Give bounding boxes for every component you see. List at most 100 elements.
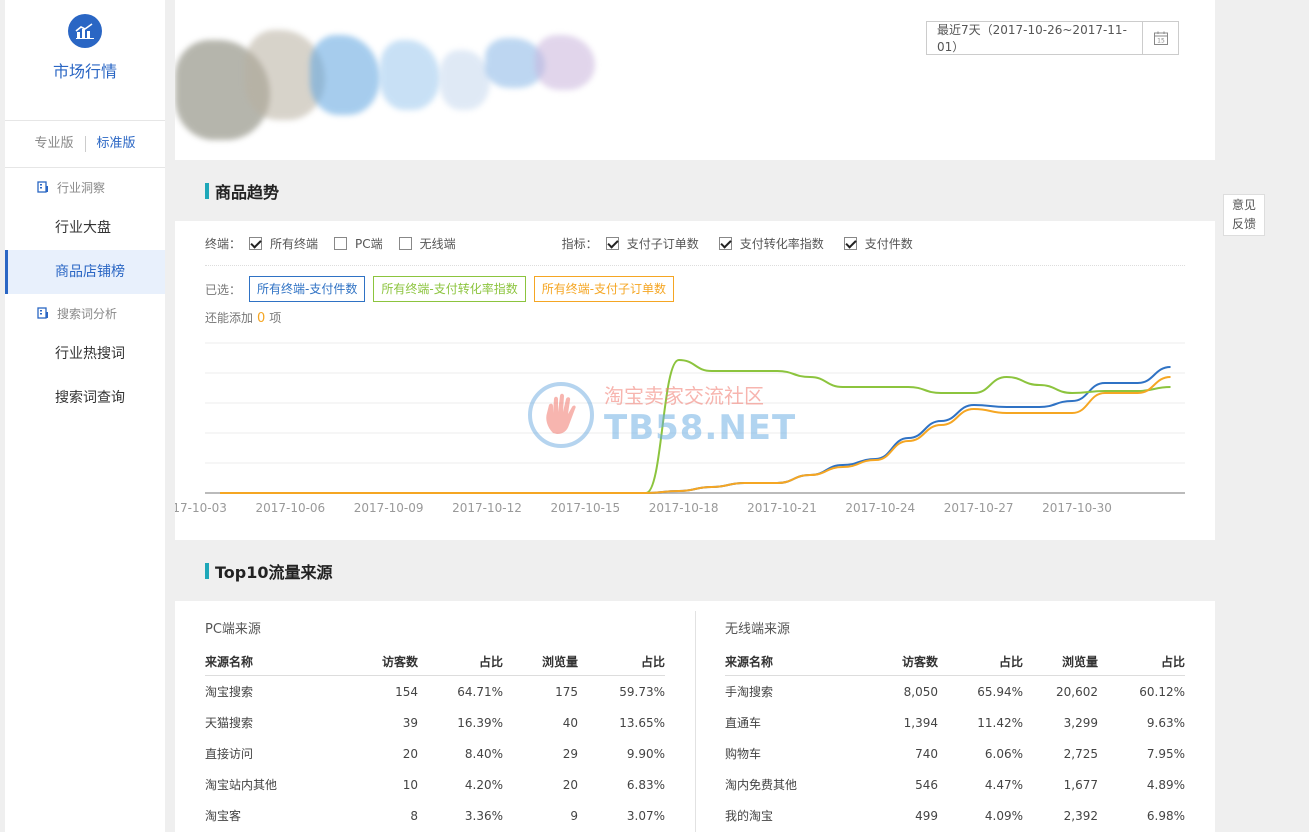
cell-visitors: 1,394 (903, 715, 938, 730)
cell-visitors: 10 (402, 777, 418, 792)
sidebar-item-hot-words[interactable]: 行业热搜词 (5, 332, 165, 376)
sidebar-logo: 市场行情 (5, 14, 165, 121)
terminal-all-label[interactable]: 所有终端 (270, 235, 318, 252)
section-accent-bar (205, 563, 209, 579)
feedback-line2: 反馈 (1231, 217, 1256, 231)
table-row: 直接访问 20 8.40% 29 9.90% (205, 738, 665, 769)
watermark-line1: 淘宝卖家交流社区 (604, 384, 764, 408)
metric-suborders-label[interactable]: 支付子订单数 (627, 235, 699, 252)
table-row: 淘内免费其他 546 4.47% 1,677 4.89% (725, 769, 1185, 800)
cell-pageviews: 20,602 (1056, 684, 1098, 699)
cell-pageview-share: 6.98% (1146, 808, 1185, 823)
market-chart-icon (68, 14, 102, 48)
nav-group-industry: 行业洞察 (5, 168, 165, 206)
terminal-mobile-label[interactable]: 无线端 (420, 235, 456, 252)
calendar-day: 15 (1157, 38, 1165, 45)
cell-visitor-share: 8.40% (464, 746, 503, 761)
remain-suffix: 项 (269, 311, 282, 325)
cell-pageviews: 3,299 (1063, 715, 1098, 730)
feedback-button[interactable]: 意见 反馈 (1223, 194, 1265, 236)
cell-pageview-share: 59.73% (619, 684, 665, 699)
trend-title: 商品趋势 (215, 183, 280, 202)
cell-visitor-share: 3.36% (464, 808, 503, 823)
version-switch: 专业版 标准版 (5, 121, 165, 168)
pc-source-table: PC端来源 来源名称 访客数 占比 浏览量 占比 淘宝搜索 154 64.71% 17… (205, 601, 665, 831)
col-pageview-share: 占比 (1160, 655, 1185, 669)
cell-source-name: 手淘搜索 (725, 685, 774, 699)
cell-pageview-share: 9.63% (1146, 715, 1185, 730)
selected-tag-suborders[interactable]: 所有终端-支付子订单数 (533, 276, 675, 302)
nav-group-search-label: 搜索词分析 (57, 306, 118, 321)
cell-visitors: 154 (395, 684, 418, 699)
date-range-picker[interactable]: 最近7天（2017-10-26~2017-11-01） 15 (926, 21, 1179, 55)
pc-table-body: 淘宝搜索 154 64.71% 175 59.73% 天猫搜索 39 16.39% 40 13.6… (205, 676, 665, 831)
x-tick-label: 2017-10-27 (944, 501, 1014, 515)
sidebar: 市场行情 专业版 标准版 行业洞察 行业大盘 商品店铺榜 搜索词分析 行业热搜词… (5, 0, 165, 832)
cell-pageview-share: 13.65% (619, 715, 665, 730)
cell-visitor-share: 11.42% (977, 715, 1023, 730)
sidebar-item-rank[interactable]: 商品店铺榜 (5, 250, 165, 294)
selected-metrics-row: 已选： 所有终端-支付件数 所有终端-支付转化率指数 所有终端-支付子订单数 (205, 276, 675, 302)
terminal-pc-checkbox[interactable] (334, 237, 348, 250)
col-source: 来源名称 (725, 655, 774, 669)
metric-label: 指标： (561, 237, 598, 251)
version-std-tab[interactable]: 标准版 (86, 136, 136, 152)
cell-visitor-share: 65.94% (977, 684, 1023, 699)
sidebar-item-market[interactable]: 行业大盘 (5, 206, 165, 250)
metric-conversion-checkbox[interactable] (718, 237, 732, 250)
building-icon (37, 307, 48, 319)
cell-pageviews: 175 (555, 684, 578, 699)
cell-pageviews: 2,725 (1063, 746, 1098, 761)
cell-source-name: 直通车 (725, 716, 762, 730)
remaining-count: 还能添加 0 项 (205, 309, 281, 326)
cell-visitors: 39 (402, 715, 418, 730)
banner-brush-art (535, 35, 595, 90)
top-banner: 最近7天（2017-10-26~2017-11-01） 15 (175, 0, 1215, 160)
sidebar-item-word-query[interactable]: 搜索词查询 (5, 376, 165, 420)
x-tick-label: 2017-10-18 (649, 501, 719, 515)
section-accent-bar (205, 183, 209, 199)
selected-tag-items[interactable]: 所有终端-支付件数 (249, 276, 366, 302)
calendar-icon[interactable]: 15 (1142, 22, 1178, 54)
col-pageview-share: 占比 (640, 655, 665, 669)
cell-pageview-share: 3.07% (626, 808, 665, 823)
terminal-mobile-checkbox[interactable] (398, 237, 412, 250)
x-tick-label: 2017-10-21 (747, 501, 817, 515)
cell-visitor-share: 4.20% (464, 777, 503, 792)
table-row: 淘宝站内其他 10 4.20% 20 6.83% (205, 769, 665, 800)
filter-row: 终端： 所有终端 PC端 无线端 指标： 支付子订单数 支付转化率指数 支付件数 (205, 235, 921, 252)
traffic-title: Top10流量来源 (215, 563, 333, 582)
metric-items-label[interactable]: 支付件数 (865, 235, 913, 252)
cell-visitors: 20 (402, 746, 418, 761)
col-visitors: 访客数 (901, 655, 938, 669)
cell-visitor-share: 6.06% (984, 746, 1023, 761)
cell-source-name: 天猫搜索 (205, 716, 254, 730)
nav-group-search: 搜索词分析 (5, 294, 165, 332)
table-header: 来源名称 访客数 占比 浏览量 占比 (725, 648, 1185, 676)
banner-brush-art (380, 40, 440, 110)
table-row: 淘宝搜索 154 64.71% 175 59.73% (205, 676, 665, 707)
table-divider (695, 611, 696, 832)
table-row: 购物车 740 6.06% 2,725 7.95% (725, 738, 1185, 769)
building-icon (37, 181, 48, 193)
x-tick-label: 2017-10-12 (452, 501, 522, 515)
col-pageviews: 浏览量 (541, 655, 578, 669)
remain-number: 0 (257, 311, 266, 326)
x-tick-label: 2017-10-06 (255, 501, 325, 515)
metric-conversion-label[interactable]: 支付转化率指数 (740, 235, 824, 252)
sidebar-title: 市场行情 (52, 62, 117, 81)
cell-source-name: 我的淘宝 (725, 809, 774, 823)
trend-section-header: 商品趋势 (175, 161, 1215, 221)
metric-suborders-checkbox[interactable] (605, 237, 619, 250)
terminal-pc-label[interactable]: PC端 (355, 235, 383, 252)
col-source: 来源名称 (205, 655, 254, 669)
terminal-all-checkbox[interactable] (249, 237, 263, 250)
cell-pageviews: 29 (562, 746, 578, 761)
cell-source-name: 淘内免费其他 (725, 778, 798, 792)
col-visitor-share: 占比 (998, 655, 1023, 669)
mobile-source-table: 无线端来源 来源名称 访客数 占比 浏览量 占比 手淘搜索 8,050 65.94%… (725, 601, 1185, 831)
version-pro-tab[interactable]: 专业版 (34, 136, 86, 152)
cell-pageviews: 9 (570, 808, 578, 823)
selected-tag-conversion[interactable]: 所有终端-支付转化率指数 (373, 276, 526, 302)
metric-items-checkbox[interactable] (843, 237, 857, 250)
